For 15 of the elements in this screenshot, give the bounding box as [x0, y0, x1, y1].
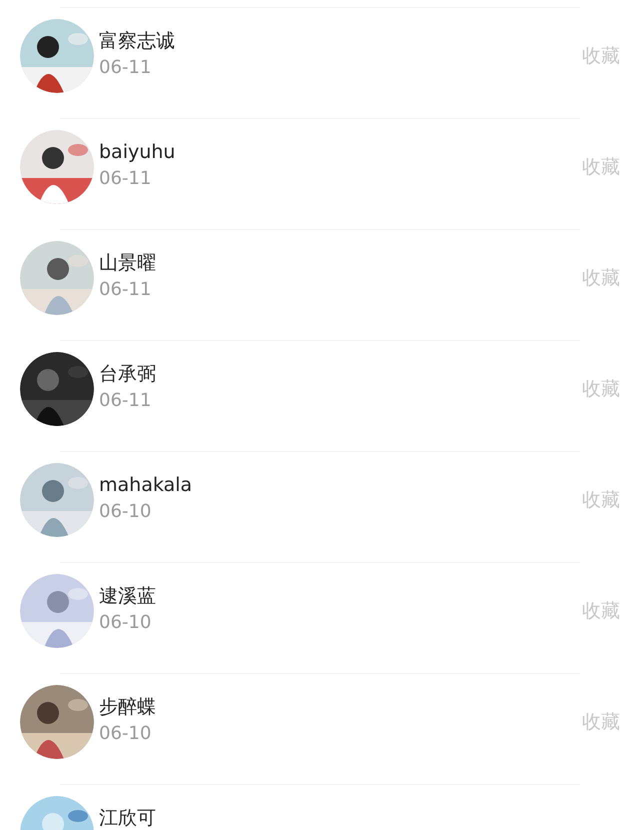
date: 06-10 — [99, 722, 152, 746]
date: 06-10 — [99, 500, 152, 524]
user-name: baiyuhu — [99, 140, 176, 165]
user-name: 台承弼 — [99, 362, 157, 387]
user-name: mahakala — [99, 473, 194, 498]
date: 06-10 — [99, 611, 152, 635]
user-name: 富察志诚 — [99, 29, 176, 54]
date: 06-11 — [99, 167, 152, 191]
user-name: 逮溪蓝 — [99, 584, 157, 609]
date: 06-11 — [99, 56, 152, 80]
date: 06-11 — [99, 278, 152, 302]
user-name: 江欣可 — [99, 806, 157, 830]
user-name: 山景曜 — [99, 251, 157, 276]
user-name: 步醉蝶 — [99, 695, 157, 720]
date: 06-11 — [99, 389, 152, 413]
